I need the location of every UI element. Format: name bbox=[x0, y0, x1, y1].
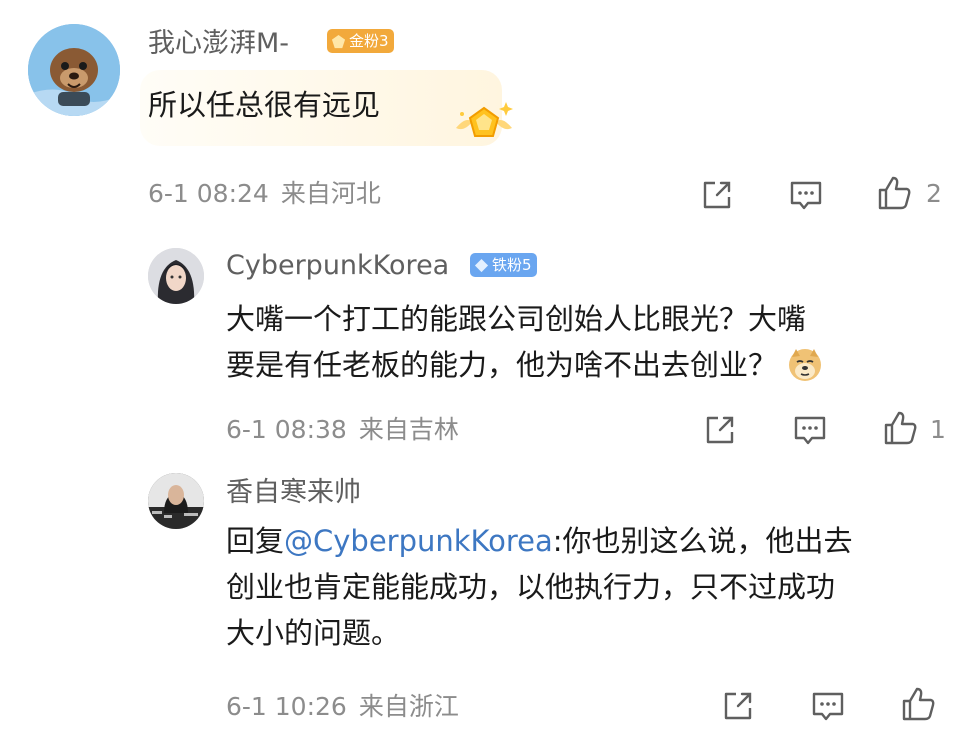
comment-location: 来自浙江 bbox=[358, 692, 459, 721]
comment-text-line: :你也别这么说，他出去 bbox=[552, 524, 853, 558]
otter-avatar-image bbox=[28, 24, 120, 116]
sparkle-badge-icon bbox=[456, 102, 513, 137]
like-count: 1 bbox=[930, 415, 946, 444]
comment-meta: 6-1 10:26 来自浙江 bbox=[226, 692, 459, 722]
fan-badge[interactable]: 铁粉5 bbox=[470, 253, 537, 277]
reply-prefix: 回复 bbox=[226, 524, 285, 558]
like-icon[interactable] bbox=[880, 408, 920, 448]
badge-gem-icon bbox=[331, 34, 346, 48]
girl-avatar-image bbox=[148, 248, 204, 304]
avatar[interactable] bbox=[148, 248, 204, 304]
comment-username[interactable]: CyberpunkKorea bbox=[226, 249, 449, 283]
comment-time: 6-1 08:24 bbox=[148, 179, 269, 208]
comment-text: 回复@CyberpunkKorea:你也别这么说，他出去 创业也肯定能能成功，以… bbox=[226, 518, 966, 656]
comment-meta: 6-1 08:38 来自吉林 bbox=[226, 415, 459, 445]
comment-text-line: 创业也肯定能能成功，以他执行力，只不过成功 bbox=[226, 570, 836, 604]
share-icon[interactable] bbox=[700, 410, 740, 450]
comment-text-line: 大小的问题。 bbox=[226, 616, 401, 650]
share-icon[interactable] bbox=[718, 686, 758, 726]
comment-time: 6-1 10:26 bbox=[226, 692, 347, 721]
mention-link[interactable]: @CyberpunkKorea bbox=[284, 524, 553, 558]
avatar[interactable] bbox=[148, 473, 204, 529]
comment-icon[interactable] bbox=[790, 410, 830, 450]
man-avatar-image bbox=[148, 473, 204, 529]
comment-text: 所以任总很有远见 bbox=[148, 88, 381, 122]
like-icon[interactable] bbox=[898, 684, 938, 724]
share-icon[interactable] bbox=[697, 175, 737, 215]
badge-label: 铁粉5 bbox=[492, 256, 532, 274]
badge-label: 金粉3 bbox=[349, 32, 389, 50]
comment-icon[interactable] bbox=[808, 686, 848, 726]
comment-text-line: 要是有任老板的能力，他为啥不出去创业？ bbox=[226, 348, 778, 382]
comment-username[interactable]: 香自寒来帅 bbox=[226, 476, 361, 510]
comment-text-line: 大嘴一个打工的能跟公司创始人比眼光？大嘴 bbox=[226, 302, 807, 336]
comment-text: 大嘴一个打工的能跟公司创始人比眼光？大嘴 要是有任老板的能力，他为啥不出去创业？ bbox=[226, 296, 956, 388]
like-count: 2 bbox=[926, 179, 942, 208]
comment-location: 来自吉林 bbox=[358, 415, 459, 444]
badge-gem-icon bbox=[474, 258, 489, 272]
comment-username[interactable]: 我心澎湃M- bbox=[148, 27, 289, 61]
comment-location: 来自河北 bbox=[280, 179, 381, 208]
like-icon[interactable] bbox=[874, 173, 914, 213]
avatar[interactable] bbox=[28, 24, 120, 116]
comment-meta: 6-1 08:24 来自河北 bbox=[148, 179, 381, 209]
comment-time: 6-1 08:38 bbox=[226, 415, 347, 444]
comment-icon[interactable] bbox=[786, 175, 826, 215]
fan-badge[interactable]: 金粉3 bbox=[327, 29, 394, 53]
doge-emoji bbox=[789, 349, 822, 381]
